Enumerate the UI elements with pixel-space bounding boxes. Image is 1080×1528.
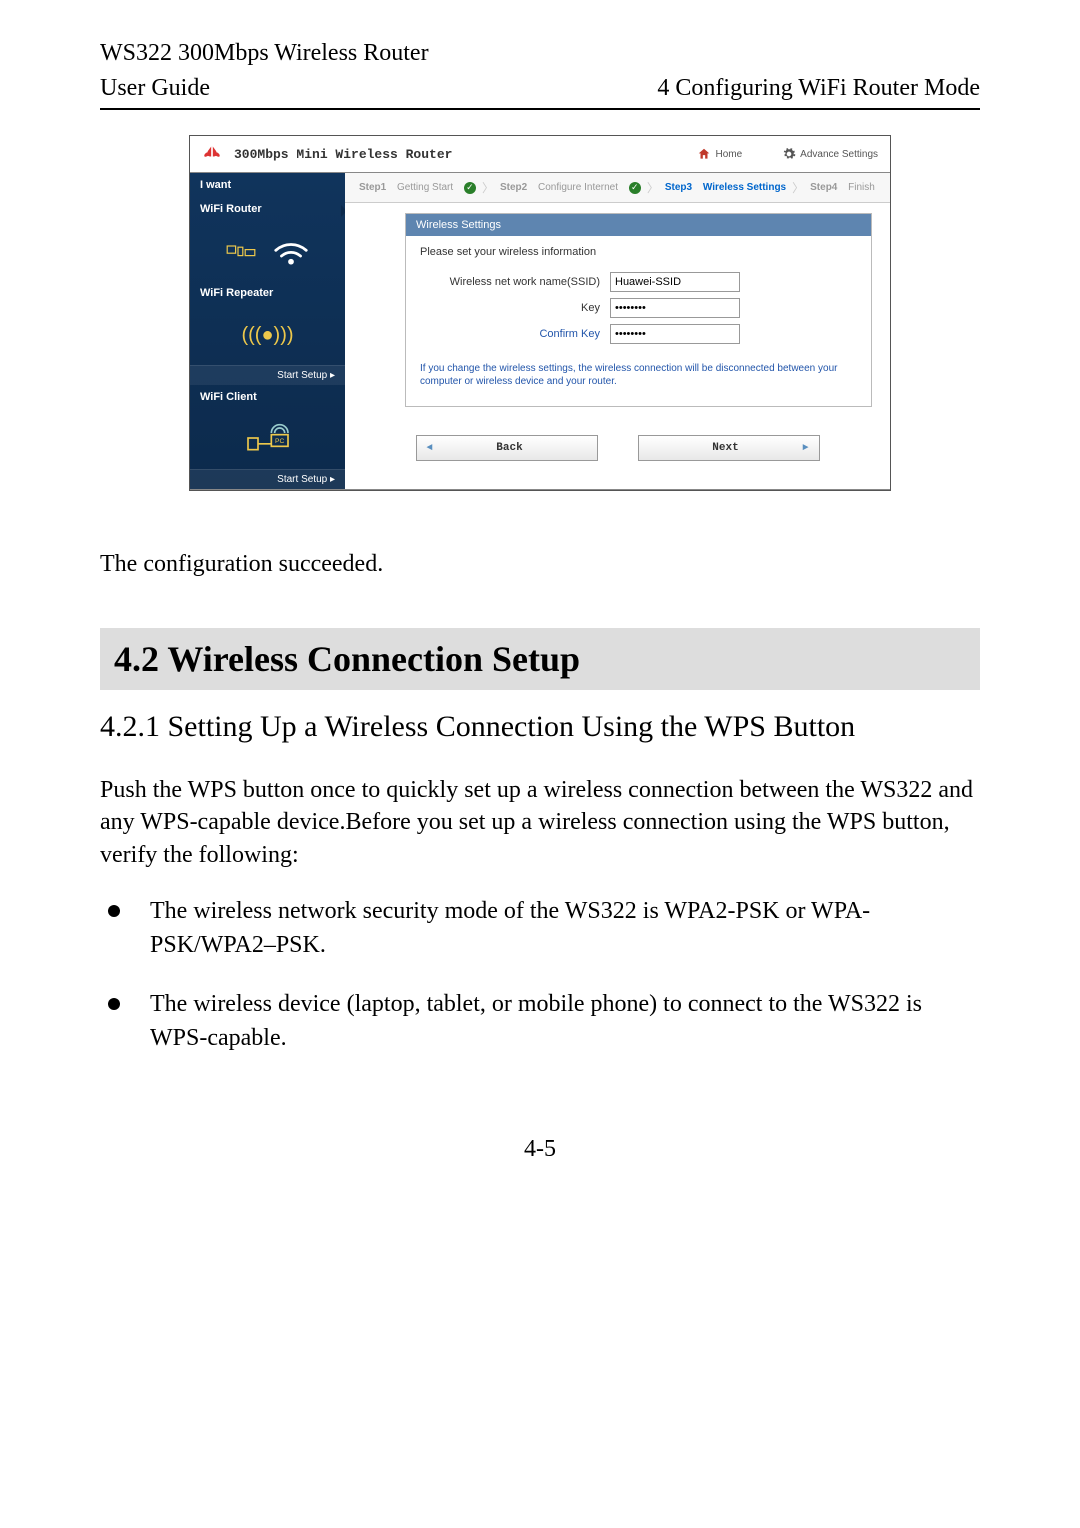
confirm-key-input[interactable]: [610, 324, 740, 344]
bullet-item: The wireless device (laptop, tablet, or …: [100, 988, 980, 1055]
next-label: Next: [712, 442, 738, 454]
key-label: Key: [420, 302, 610, 314]
intro-paragraph: Push the WPS button once to quickly set …: [100, 774, 980, 871]
gear-icon: [782, 147, 796, 161]
sidebar-item-wifi-client[interactable]: WiFi Client: [190, 385, 345, 409]
start-setup-client[interactable]: Start Setup ▸: [190, 469, 345, 489]
ui-title: 300Mbps Mini Wireless Router: [234, 147, 452, 162]
config-succeeded-text: The configuration succeeded.: [100, 551, 980, 578]
key-input[interactable]: [610, 298, 740, 318]
page-number: 4-5: [100, 1136, 980, 1163]
wifi-icon: [272, 237, 310, 265]
home-button[interactable]: Home: [697, 147, 742, 161]
devices-icon: [226, 240, 262, 262]
check-icon: ✓: [464, 182, 476, 194]
panel-note: If you change the wireless settings, the…: [420, 362, 857, 388]
client-icon: PC: [243, 421, 293, 458]
step-active: Step3 Wireless Settings: [659, 182, 792, 193]
chevron-right-icon: 〉: [647, 179, 659, 196]
section-heading: 4.2 Wireless Connection Setup: [100, 628, 980, 690]
check-icon: ✓: [629, 182, 641, 194]
product-title: WS322 300Mbps Wireless Router: [100, 40, 980, 67]
panel-title: Wireless Settings: [406, 214, 871, 236]
home-icon: [697, 147, 711, 161]
chevron-right-icon: 〉: [792, 179, 804, 196]
back-button[interactable]: ◄ Back: [416, 435, 598, 461]
ssid-input[interactable]: [610, 272, 740, 292]
start-setup-repeater[interactable]: Start Setup ▸: [190, 365, 345, 385]
repeater-icon: (((●))): [241, 324, 293, 347]
ssid-label: Wireless net work name(SSID): [420, 276, 610, 288]
wireless-settings-panel: Wireless Settings Please set your wirele…: [405, 213, 872, 407]
chevron-right-icon: 〉: [482, 179, 494, 196]
sidebar-item-wifi-router[interactable]: WiFi Router: [190, 197, 345, 221]
router-ui-screenshot: 300Mbps Mini Wireless Router Home Advanc…: [189, 135, 891, 491]
bullet-item: The wireless network security mode of th…: [100, 895, 980, 962]
subsection-heading: 4.2.1 Setting Up a Wireless Connection U…: [100, 710, 980, 744]
back-label: Back: [496, 442, 522, 454]
arrow-left-icon: ◄: [427, 443, 433, 454]
sidebar-item-wifi-repeater[interactable]: WiFi Repeater: [190, 281, 345, 305]
wizard-steps: Step1 Getting Start ✓ 〉 Step2 Configure …: [345, 173, 890, 203]
advance-settings-label: Advance Settings: [800, 149, 878, 160]
advance-settings-button[interactable]: Advance Settings: [782, 147, 878, 161]
confirm-key-label: Confirm Key: [420, 328, 610, 340]
header-left: User Guide: [100, 75, 210, 102]
huawei-logo-icon: [202, 144, 222, 164]
svg-text:PC: PC: [275, 438, 284, 445]
home-label: Home: [715, 149, 742, 160]
sidebar-title: I want: [190, 173, 345, 197]
panel-hint: Please set your wireless information: [420, 246, 857, 258]
header-right: 4 Configuring WiFi Router Mode: [657, 75, 980, 102]
arrow-right-icon: ►: [802, 443, 808, 454]
next-button[interactable]: Next ►: [638, 435, 820, 461]
